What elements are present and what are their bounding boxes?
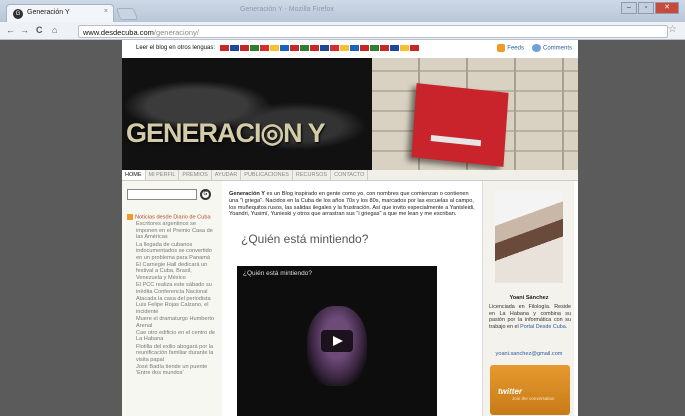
- flag-icon[interactable]: [380, 45, 389, 51]
- news-feed-heading[interactable]: Noticias desde Diario de Cuba: [127, 214, 217, 220]
- flag-icon[interactable]: [360, 45, 369, 51]
- comments-link[interactable]: Comments: [531, 44, 572, 52]
- flag-icon[interactable]: [270, 45, 279, 51]
- flag-icon[interactable]: [220, 45, 229, 51]
- language-prompt: Leer el blog en otros lenguas:: [136, 45, 216, 51]
- nav-item-awards[interactable]: PREMIOS: [179, 170, 212, 180]
- flag-icon[interactable]: [410, 45, 419, 51]
- back-button[interactable]: ←: [6, 25, 15, 35]
- bookmark-star-icon[interactable]: ☆: [668, 24, 677, 35]
- browser-titlebar: G Generación Y × Generación Y - Mozilla …: [0, 0, 685, 22]
- maximize-button[interactable]: ▫: [638, 2, 654, 14]
- flag-icon[interactable]: [300, 45, 309, 51]
- rss-icon: [497, 44, 506, 52]
- flag-icon[interactable]: [260, 45, 269, 51]
- window-title: Generación Y - Mozilla Firefox: [240, 6, 334, 13]
- comments-icon: [531, 44, 541, 52]
- flag-icon[interactable]: [310, 45, 319, 51]
- author-photo: [495, 191, 563, 283]
- author-email[interactable]: yoani.sanchez@gmail.com: [483, 351, 575, 357]
- left-sidebar: G Noticias desde Diario de Cuba Escritor…: [122, 181, 222, 416]
- news-item[interactable]: Cae otro edificio en el centro de La Hab…: [127, 330, 217, 343]
- header-banner[interactable]: GENERACI◎N Y: [122, 58, 578, 170]
- flag-icon[interactable]: [370, 45, 379, 51]
- news-item[interactable]: Atacada la casa del periodista Luis Feli…: [127, 296, 217, 315]
- minimize-button[interactable]: –: [621, 2, 637, 14]
- flag-icon[interactable]: [350, 45, 359, 51]
- site-logo: GENERACI◎N Y: [126, 118, 326, 148]
- flag-icon[interactable]: [390, 45, 399, 51]
- video-title[interactable]: ¿Quién está mintiendo?: [243, 270, 312, 277]
- nav-item-resources[interactable]: RECURSOS: [293, 170, 332, 180]
- tab-title: Generación Y: [27, 9, 70, 16]
- rss-icon: [127, 214, 133, 220]
- favicon-icon: G: [13, 9, 23, 19]
- reload-button[interactable]: C: [36, 25, 43, 35]
- url-host: www.desdecuba.com: [83, 28, 154, 37]
- news-item[interactable]: El Carnegie Hall dedicará un festival a …: [127, 262, 217, 281]
- browser-tab[interactable]: G Generación Y ×: [6, 4, 114, 22]
- close-window-button[interactable]: ✕: [655, 2, 679, 14]
- news-item[interactable]: Escritores argentinos se imponen en el P…: [127, 221, 217, 240]
- language-flags: [220, 45, 419, 51]
- author-name: Yoani Sánchez: [509, 295, 549, 301]
- author-bio: Licenciada en Filología. Reside en La Ha…: [489, 304, 571, 330]
- news-item[interactable]: Flotilla del exilio abogará por la reuni…: [127, 344, 217, 363]
- nav-item-contact[interactable]: CONTACTO: [331, 170, 369, 180]
- language-bar: Leer el blog en otros lenguas: Feeds Com…: [122, 40, 578, 58]
- flag-icon[interactable]: [240, 45, 249, 51]
- home-button[interactable]: ⌂: [52, 25, 57, 35]
- blog-intro: Generación Y es un Blog inspirado en gen…: [229, 191, 475, 218]
- feed-links: Feeds Comments: [497, 44, 572, 52]
- flag-icon[interactable]: [280, 45, 289, 51]
- nav-item-help[interactable]: AYUDAR: [212, 170, 242, 180]
- flag-icon[interactable]: [320, 45, 329, 51]
- forward-button[interactable]: →: [20, 25, 29, 35]
- news-list: Escritores argentinos se imponen en el P…: [127, 221, 217, 376]
- news-item[interactable]: El PCC realiza este sábado su inédita Co…: [127, 282, 217, 295]
- play-button[interactable]: [321, 330, 353, 352]
- flag-icon[interactable]: [290, 45, 299, 51]
- twitter-badge[interactable]: twitter Join the conversation: [490, 365, 570, 415]
- address-bar[interactable]: www.desdecuba.com/generaciony/: [78, 25, 668, 38]
- twitter-logo: twitter: [498, 387, 522, 396]
- web-page: Leer el blog en otros lenguas: Feeds Com…: [122, 40, 578, 416]
- search-button[interactable]: G: [200, 189, 211, 201]
- url-path: /generaciony/: [153, 28, 199, 37]
- video-player[interactable]: ¿Quién está mintiendo?: [237, 266, 437, 416]
- twitter-tagline: Join the conversation: [512, 396, 555, 401]
- nav-item-profile[interactable]: MI PERFIL: [146, 170, 180, 180]
- portal-link[interactable]: Portal Desde Cuba.: [520, 324, 567, 330]
- right-sidebar: Yoani Sánchez Licenciada en Filología. R…: [482, 181, 574, 416]
- nav-item-home[interactable]: HOME: [122, 170, 146, 180]
- news-item[interactable]: José Badía tiende un puente 'Entre dos m…: [127, 364, 217, 377]
- main-content: Generación Y es un Blog inspirado en gen…: [225, 181, 475, 416]
- window-controls: – ▫ ✕: [621, 2, 679, 14]
- search-input[interactable]: [127, 189, 197, 201]
- nav-item-publications[interactable]: PUBLICACIONES: [241, 170, 293, 180]
- post-title[interactable]: ¿Quién está mintiendo?: [241, 232, 475, 246]
- new-tab-button[interactable]: [115, 8, 139, 20]
- red-drawer-graphic: [411, 83, 509, 167]
- feeds-link[interactable]: Feeds: [497, 44, 524, 52]
- browser-toolbar: ← → C ⌂ www.desdecuba.com/generaciony/ ☆: [0, 22, 685, 40]
- tab-close-icon[interactable]: ×: [104, 8, 108, 15]
- flag-icon[interactable]: [230, 45, 239, 51]
- flag-icon[interactable]: [340, 45, 349, 51]
- world-map-graphic: [122, 66, 372, 166]
- news-item[interactable]: Muere el dramaturgo Humberto Arenal: [127, 316, 217, 329]
- news-item[interactable]: La llegada de cubanos indocumentados se …: [127, 242, 217, 261]
- flag-icon[interactable]: [400, 45, 409, 51]
- main-nav: HOME MI PERFIL PREMIOS AYUDAR PUBLICACIO…: [122, 170, 578, 181]
- flag-icon[interactable]: [250, 45, 259, 51]
- flag-icon[interactable]: [330, 45, 339, 51]
